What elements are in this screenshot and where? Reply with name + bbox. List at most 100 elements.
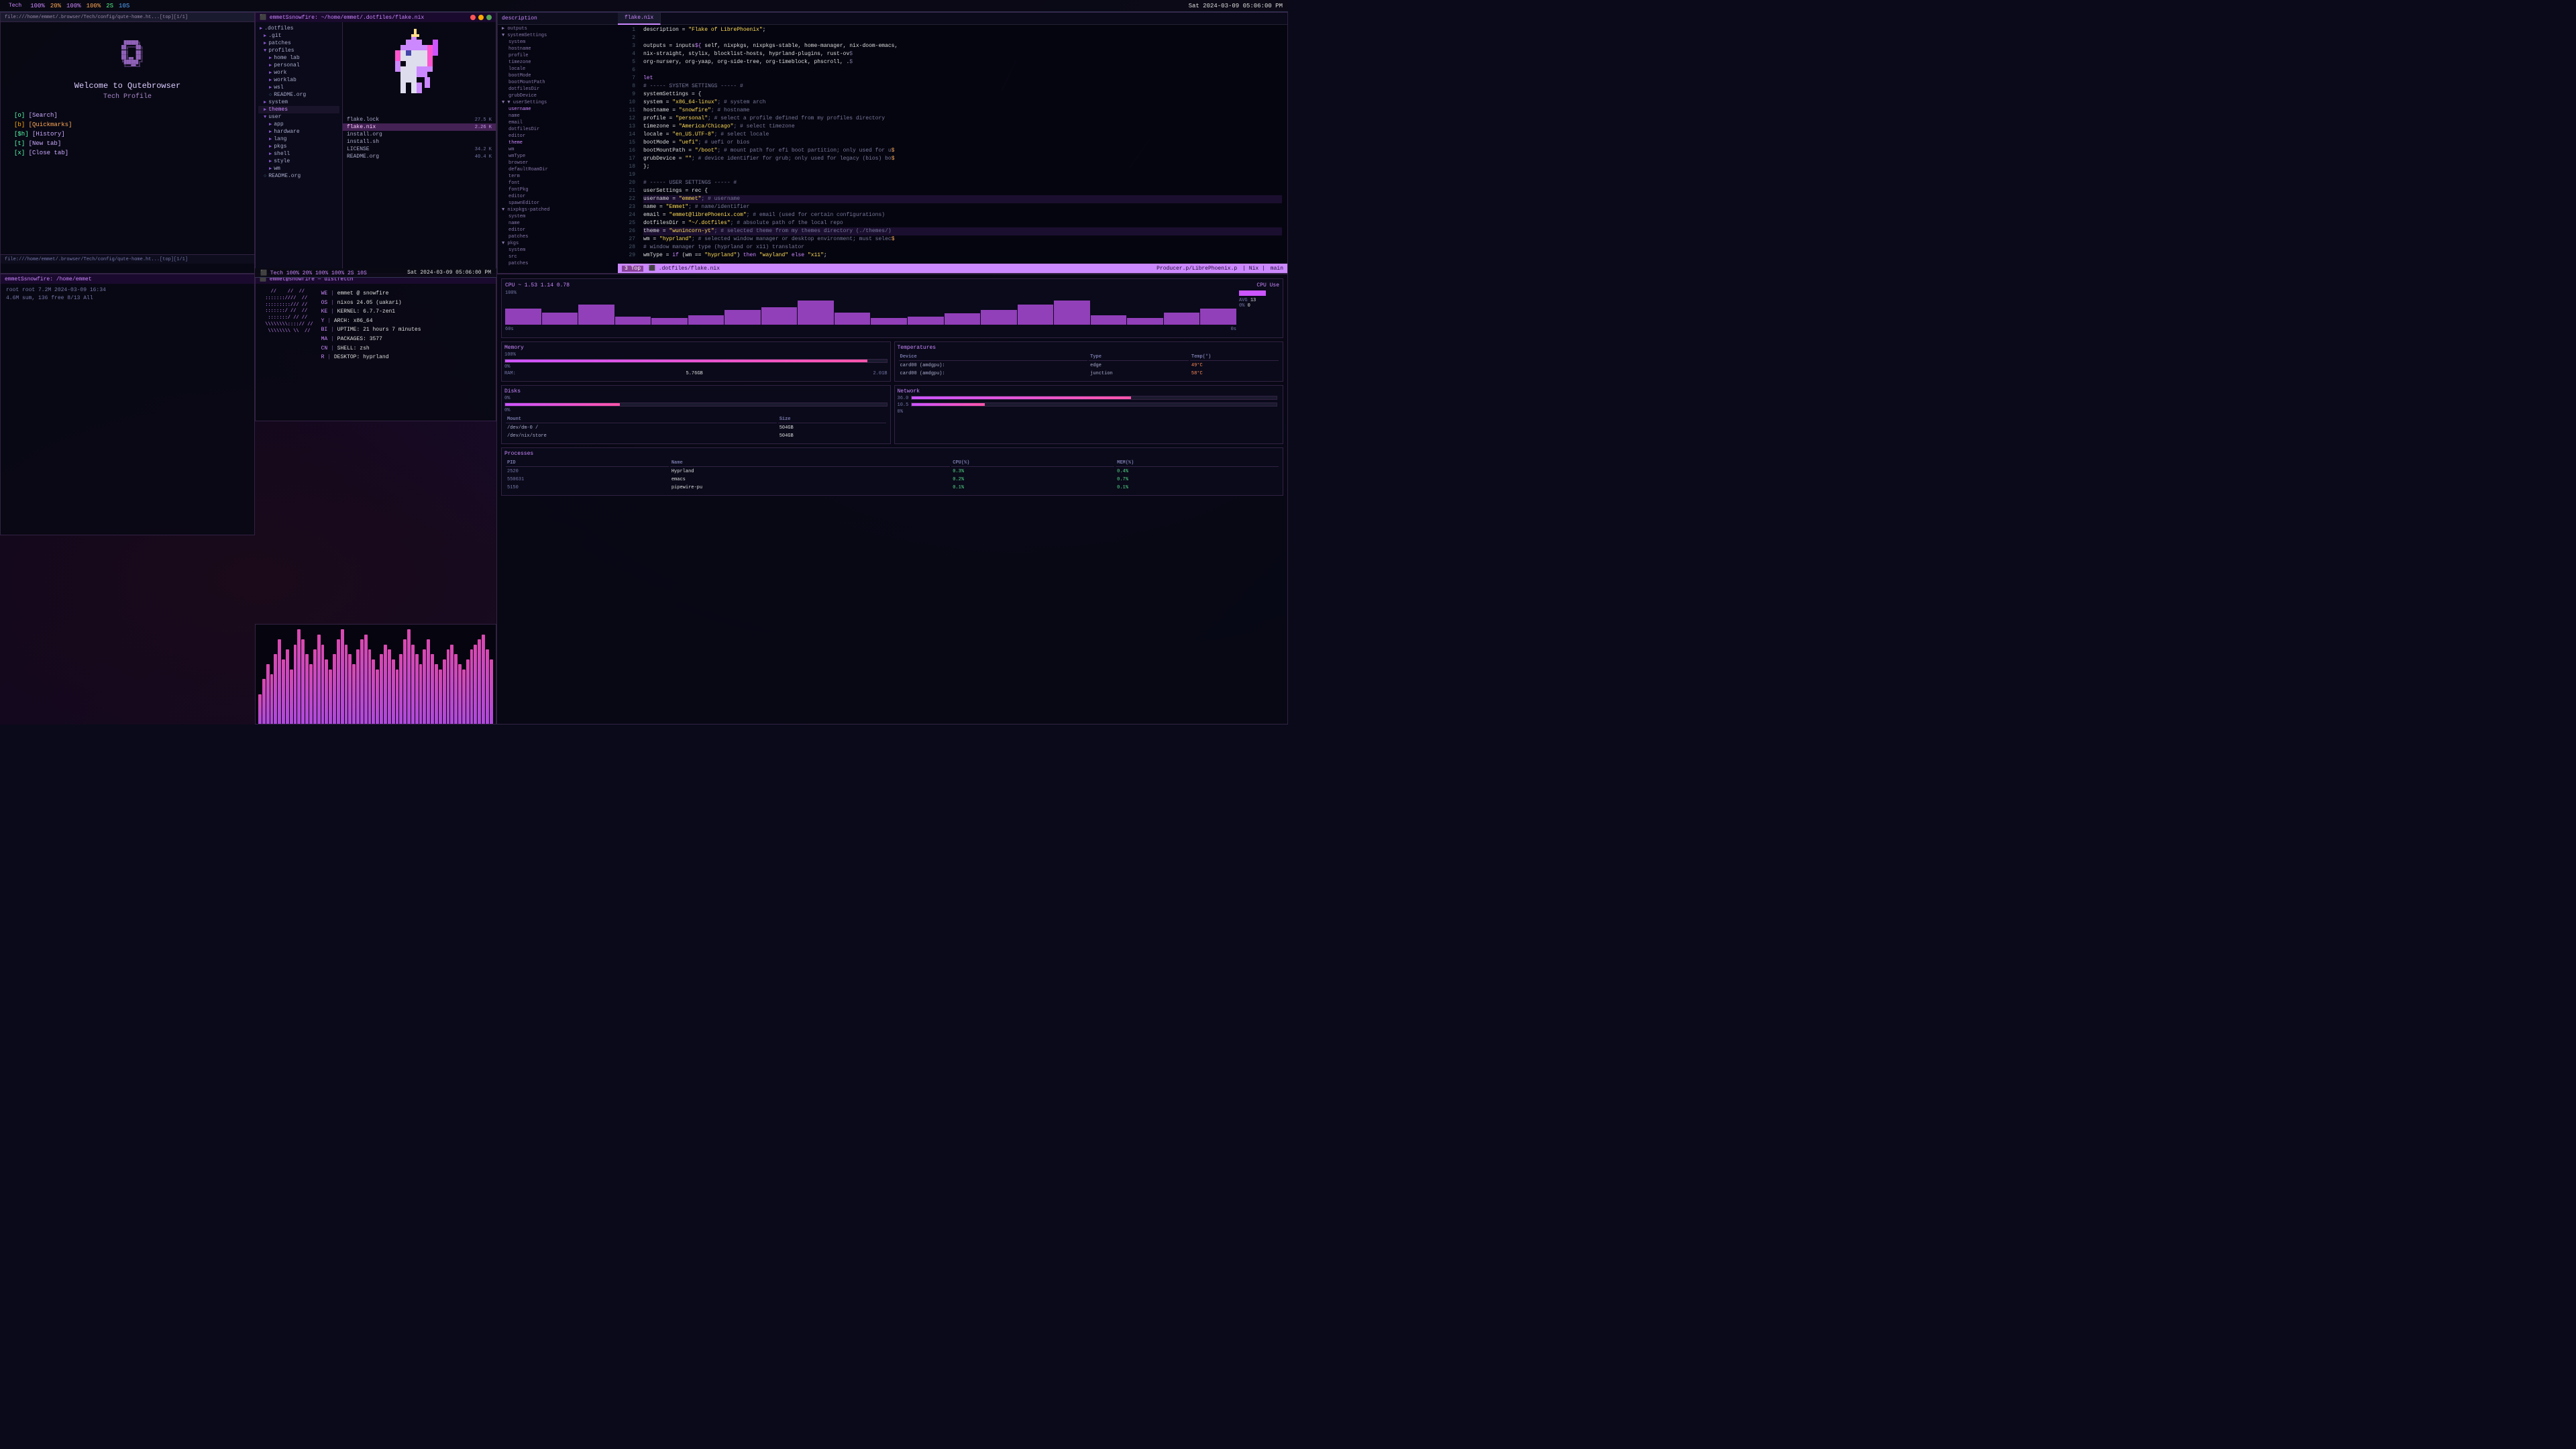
outline-bootmode[interactable]: bootMode	[498, 72, 618, 79]
fm-close-button[interactable]	[470, 15, 476, 20]
outline-wm[interactable]: wm	[498, 146, 618, 153]
outline-editor[interactable]: editor	[498, 133, 618, 140]
outline-email[interactable]: email	[498, 119, 618, 126]
outline-systemsettings[interactable]: ▼ systemSettings	[498, 32, 618, 39]
fm-tree-app[interactable]: ▶ app	[258, 121, 339, 128]
outline-theme[interactable]: theme	[498, 140, 618, 146]
fm-tree-patches[interactable]: ▶ patches	[258, 40, 339, 47]
terminal-window: emmetSsnowfire: /home/emmet root root 7.…	[0, 274, 255, 535]
outline-np-patches[interactable]: patches	[498, 233, 618, 240]
nf-row-os: OS | nixos 24.05 (uakari)	[321, 299, 421, 308]
outline-usersettings[interactable]: ▼ ▼ userSettings	[498, 99, 618, 106]
fm-tree-shell[interactable]: ▶ shell	[258, 150, 339, 158]
outline-timezone[interactable]: timezone	[498, 59, 618, 66]
fm-tree-dotfiles[interactable]: ▶ .dotfiles	[258, 25, 339, 32]
outline-pkgs-patches[interactable]: patches	[498, 260, 618, 267]
workspace-tech[interactable]: Tech	[6, 3, 24, 9]
fm-tree-work[interactable]: ▶ work	[258, 69, 339, 76]
cpu-avg-row: AVG 13	[1239, 298, 1279, 303]
outline-hostname[interactable]: hostname	[498, 46, 618, 52]
fm-file-readmeorg[interactable]: README.org 40.4 K	[343, 153, 496, 160]
vis-bar	[266, 664, 270, 724]
outline-outputs[interactable]: ▶ outputs	[498, 25, 618, 32]
outline-browser[interactable]: browser	[498, 160, 618, 166]
temp-row-2: card00 (amdgpu): junction 58°C	[899, 370, 1279, 377]
qb-closetab-item[interactable]: [x] [Close tab]	[14, 149, 241, 157]
fm-file-flakelock[interactable]: flake.lock 27.5 K	[343, 116, 496, 123]
outline-name[interactable]: name	[498, 113, 618, 119]
outline-term[interactable]: term	[498, 173, 618, 180]
outline-pkgs-src[interactable]: src	[498, 254, 618, 260]
outline-np-editor[interactable]: editor	[498, 227, 618, 233]
outline-defaultroamdir[interactable]: defaultRoamDir	[498, 166, 618, 173]
fm-tree-readme-root[interactable]: ○ README.org	[258, 172, 339, 180]
outline-np-system[interactable]: system	[498, 213, 618, 220]
fm-tree-pkgs[interactable]: ▶ pkgs	[258, 143, 339, 150]
editor-tab-flakenix[interactable]: flake.nix	[618, 13, 661, 25]
outline-locale[interactable]: locale	[498, 66, 618, 72]
net-label-down: 36.0	[898, 396, 909, 401]
outline-bootmountpath[interactable]: bootMountPath	[498, 79, 618, 86]
qb-newtab-item[interactable]: [t] [New tab]	[14, 140, 241, 148]
qb-history-item[interactable]: [$h] [History]	[14, 130, 241, 138]
fm-tree-readme-profiles[interactable]: ○ README.org	[258, 91, 339, 99]
vis-bar	[411, 645, 415, 724]
outline-username[interactable]: username	[498, 106, 618, 113]
term-titlebar: emmetSsnowfire: /home/emmet	[1, 274, 254, 284]
fm-tree-homelab[interactable]: ▶ home lab	[258, 54, 339, 62]
fm-tree-hardware[interactable]: ▶ hardware	[258, 128, 339, 136]
outline-dotfilesdir2[interactable]: dotfilesDir	[498, 126, 618, 133]
pixel-art-pony	[379, 29, 460, 109]
processes-title: Processes	[504, 451, 1280, 457]
sysmon-content-area: CPU ~ 1.53 1.14 0.78 CPU Use 100% 60s 0s…	[497, 274, 1287, 500]
fm-tree-git[interactable]: ▶ .git	[258, 32, 339, 40]
memory-stats: RAM: 5.76GB 2.01B	[504, 371, 888, 376]
qb-welcome-title: Welcome to Qutebrowser	[74, 81, 180, 91]
qb-newtab-label: [New tab]	[29, 140, 62, 147]
qb-search-item[interactable]: [o] [Search]	[14, 111, 241, 119]
outline-fontpkg[interactable]: fontPkg	[498, 186, 618, 193]
outline-wmtype[interactable]: wmType	[498, 153, 618, 160]
fm-minimize-button[interactable]	[478, 15, 484, 20]
outline-nixpkgspatched[interactable]: ▼ nixpkgs-patched	[498, 207, 618, 213]
nf-val-user: emmet @ snowfire	[337, 290, 389, 297]
outline-system[interactable]: system	[498, 39, 618, 46]
fm-tree-themes-label: themes	[268, 107, 288, 113]
outline-spawneditor[interactable]: spawnEditor	[498, 200, 618, 207]
editor-code-area[interactable]: 12345 678910 1112131415 1617181920 21222…	[618, 25, 1287, 264]
qb-urlbar[interactable]: file:///home/emmet/.browser/Tech/config/…	[1, 254, 254, 264]
qb-quickmarks-item[interactable]: [b] [Quickmarks]	[14, 121, 241, 129]
vis-bar	[423, 649, 426, 724]
proc-mem-3: 0.1%	[1116, 484, 1279, 491]
fm-file-installorg[interactable]: install.org	[343, 131, 496, 138]
fm-tree-user[interactable]: ▼ user	[258, 113, 339, 121]
fm-tree-personal[interactable]: ▶ personal	[258, 62, 339, 69]
outline-grubdevice[interactable]: grubDevice	[498, 93, 618, 99]
fm-tree-item-label: app	[274, 121, 283, 127]
memory-section: Memory 100% 0% RAM: 5.76GB 2.01B	[501, 341, 891, 382]
fm-tree-profiles[interactable]: ▼ profiles	[258, 47, 339, 54]
network-stats: 36.0 10.5 0%	[898, 396, 1281, 415]
disks-table: Mount Size /dev/dm-0 / 504GB /dev/nix/st…	[504, 415, 888, 441]
outline-pkgs[interactable]: ▼ pkgs	[498, 240, 618, 247]
fm-tree-system[interactable]: ▶ system	[258, 99, 339, 106]
fm-file-installsh[interactable]: install.sh	[343, 138, 496, 146]
fm-tree-item-label: worklab	[274, 77, 297, 83]
fm-maximize-button[interactable]	[486, 15, 492, 20]
outline-dotfilesdir[interactable]: dotfilesDir	[498, 86, 618, 93]
fm-tree-themes[interactable]: ▶ themes	[258, 106, 339, 113]
term-content-area[interactable]: root root 7.2M 2024-03-09 16:34 4.6M sum…	[1, 284, 254, 535]
fm-tree-wsl[interactable]: ▶ wsl	[258, 84, 339, 91]
fm-file-license[interactable]: LICENSE 34.2 K	[343, 146, 496, 153]
outline-font[interactable]: font	[498, 180, 618, 186]
outline-pkgs-system[interactable]: system	[498, 247, 618, 254]
outline-np-name[interactable]: name	[498, 220, 618, 227]
fm-tree-lang[interactable]: ▶ lang	[258, 136, 339, 143]
fm-tree-style[interactable]: ▶ style	[258, 158, 339, 165]
fm-tree-worklab[interactable]: ▶ worklab	[258, 76, 339, 84]
fm-file-flakenix[interactable]: flake.nix 2.26 K	[343, 123, 496, 131]
outline-editor2[interactable]: editor	[498, 193, 618, 200]
outline-profile[interactable]: profile	[498, 52, 618, 59]
fm-preview-area	[343, 22, 496, 116]
fm-tree-wm[interactable]: ▶ wm	[258, 165, 339, 172]
